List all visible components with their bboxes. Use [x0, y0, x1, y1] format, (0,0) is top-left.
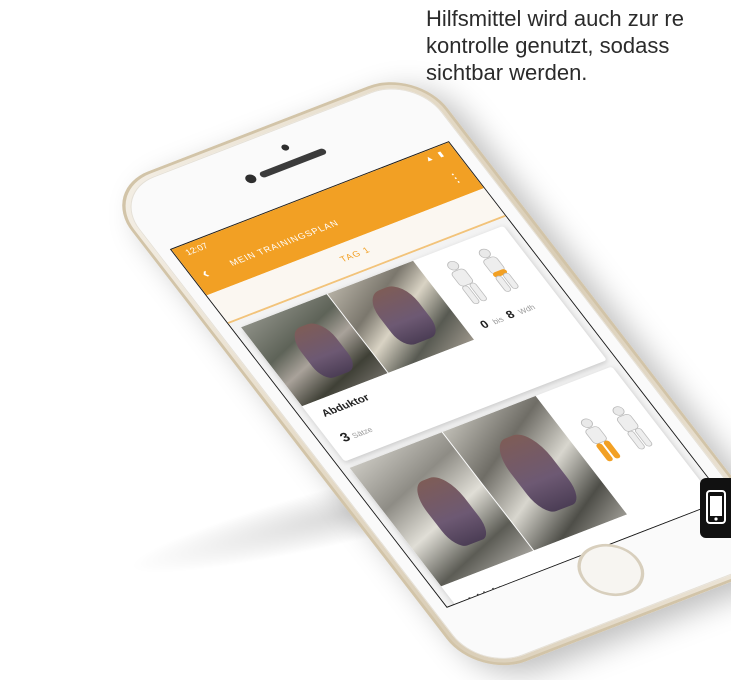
reps-mid: bis	[490, 315, 506, 327]
promo-line-1: Hilfsmittel wird auch zur re	[426, 6, 684, 31]
sets-count: 3Sätze	[336, 421, 375, 444]
front-camera-icon	[243, 173, 259, 185]
status-time: 12:07	[183, 241, 211, 258]
reps-from: 0	[477, 317, 492, 332]
phone-front: 12:07 ▲ ▮ ‹ MEIN TRAININGSPLAN ⋮ TAG 1 0…	[110, 75, 731, 672]
reps-label: Wdh	[516, 303, 538, 317]
phone-device: 12:07 ▲ ▮ ‹ MEIN TRAININGSPLAN ⋮ TAG 1 0…	[100, 67, 731, 680]
smartphone-icon	[706, 490, 726, 524]
smartphone-badge	[700, 478, 731, 538]
chevron-left-icon[interactable]: ‹	[198, 262, 224, 282]
reps-to: 8	[502, 307, 518, 322]
exercise-name: Adduktor	[464, 580, 518, 607]
more-vertical-icon[interactable]: ⋮	[443, 168, 467, 187]
status-icons: ▲ ▮	[422, 149, 448, 164]
sets-label: Sätze	[350, 425, 375, 440]
phone-mockup: 12:07 ▲ ▮ ‹ MEIN TRAININGSPLAN ⋮ TAG 1 0…	[60, 40, 731, 680]
earpiece-speaker	[258, 147, 328, 179]
proximity-sensor	[279, 143, 291, 152]
